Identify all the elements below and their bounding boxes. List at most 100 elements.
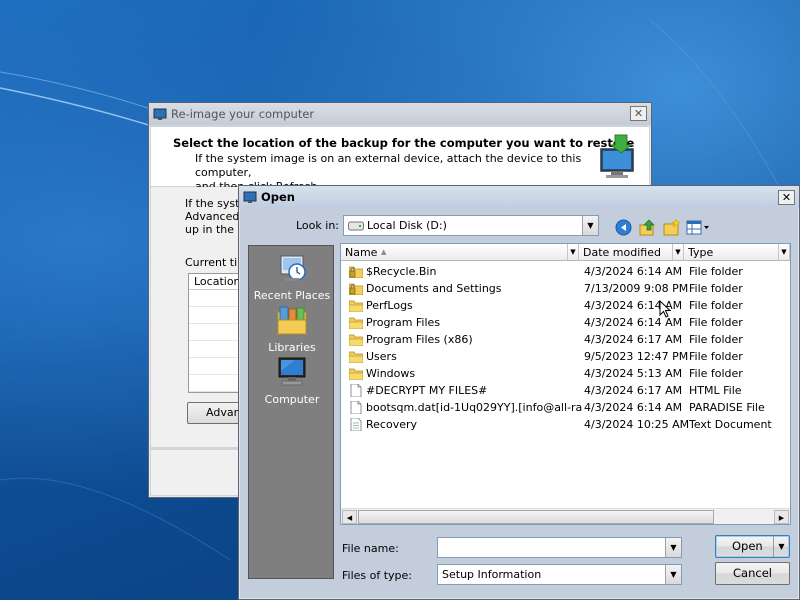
cancel-button[interactable]: Cancel [715, 562, 790, 585]
file-row[interactable]: Windows 4/3/2024 5:13 AM File folder [341, 365, 790, 382]
file-date: 4/3/2024 10:25 AM [584, 418, 690, 431]
file-icon [349, 383, 363, 398]
places-bar: Recent Places Libraries Computer [248, 245, 334, 579]
chevron-down-icon[interactable]: ▼ [672, 244, 683, 260]
file-list[interactable]: Name ▲ ▼ Date modified ▼ Type ▼ $Recycle… [340, 243, 791, 525]
horizontal-scrollbar[interactable]: ◀ ▶ [341, 508, 790, 524]
reimage-window-icon [153, 107, 167, 121]
file-row[interactable]: Users 9/5/2023 12:47 PM File folder [341, 348, 790, 365]
drive-icon [348, 221, 364, 234]
back-icon[interactable] [614, 218, 632, 236]
column-type-label: Type [688, 246, 714, 259]
column-header-date[interactable]: Date modified ▼ [579, 244, 684, 261]
file-type: File folder [689, 350, 743, 363]
text-file-icon [349, 417, 363, 432]
view-menu-icon[interactable] [686, 218, 710, 236]
folder-icon [348, 367, 364, 381]
chevron-down-icon[interactable]: ▼ [582, 216, 598, 235]
mouse-cursor-icon [659, 300, 672, 318]
look-in-combo[interactable]: Local Disk (D:) ▼ [343, 215, 599, 236]
files-of-type-select[interactable]: Setup Information ▼ [437, 564, 682, 585]
file-rows: $Recycle.Bin 4/3/2024 6:14 AM File folde… [341, 263, 790, 433]
file-row[interactable]: Program Files (x86) 4/3/2024 6:17 AM Fil… [341, 331, 790, 348]
scroll-right-icon[interactable]: ▶ [774, 510, 789, 524]
column-date-label: Date modified [583, 246, 661, 259]
file-type: File folder [689, 299, 743, 312]
file-date: 4/3/2024 6:17 AM [584, 333, 683, 346]
new-folder-icon[interactable] [662, 218, 680, 236]
file-date: 4/3/2024 6:17 AM [584, 384, 683, 397]
reimage-titlebar[interactable]: Re-image your computer ✕ [149, 103, 651, 125]
open-titlebar[interactable]: Open ✕ [239, 186, 799, 208]
file-date: 7/13/2009 9:08 PM [584, 282, 689, 295]
chevron-down-icon[interactable]: ▼ [665, 565, 681, 584]
scroll-left-icon[interactable]: ◀ [342, 510, 357, 524]
folder-icon [348, 316, 364, 330]
file-name-input[interactable]: ▼ [437, 537, 682, 558]
reimage-title: Re-image your computer [171, 107, 315, 121]
file-name: $Recycle.Bin [366, 265, 437, 278]
column-header-name[interactable]: Name ▲ ▼ [341, 244, 579, 261]
chevron-down-icon[interactable]: ▼ [778, 244, 789, 260]
open-window-icon [243, 190, 257, 204]
file-row[interactable]: #DECRYPT MY FILES# 4/3/2024 6:17 AM HTML… [341, 382, 790, 399]
file-name: PerfLogs [366, 299, 413, 312]
files-of-type-value: Setup Information [442, 568, 542, 581]
file-name-label: File name: [342, 542, 399, 555]
file-type: File folder [689, 282, 743, 295]
folder-icon [348, 350, 364, 364]
file-type: PARADISE File [689, 401, 765, 414]
file-name: bootsqm.dat[id-1Uq029YY].[info@all-ran..… [366, 401, 582, 414]
look-in-value: Local Disk (D:) [367, 219, 447, 232]
place-label: Recent Places [253, 289, 331, 302]
column-name-label: Name [345, 246, 378, 259]
files-of-type-label: Files of type: [342, 569, 413, 582]
file-icon [349, 400, 363, 415]
open-title: Open [261, 190, 295, 204]
file-date: 4/3/2024 5:13 AM [584, 367, 683, 380]
file-type: File folder [689, 367, 743, 380]
chevron-down-icon[interactable]: ▼ [665, 538, 681, 557]
column-header-type[interactable]: Type ▼ [684, 244, 790, 261]
locked-folder-icon [348, 265, 364, 279]
libraries-icon [249, 304, 335, 339]
scrollbar-thumb[interactable] [358, 510, 714, 524]
folder-icon [348, 333, 364, 347]
folder-icon [348, 299, 364, 313]
chevron-down-icon[interactable]: ▼ [567, 244, 578, 260]
open-button-label: Open [732, 539, 763, 553]
locked-folder-icon [348, 282, 364, 296]
place-label: Computer [264, 393, 320, 406]
file-name: Program Files (x86) [366, 333, 473, 346]
file-list-header: Name ▲ ▼ Date modified ▼ Type ▼ [341, 244, 790, 261]
file-name: Recovery [366, 418, 418, 431]
file-row[interactable]: PerfLogs 4/3/2024 6:14 AM File folder [341, 297, 790, 314]
file-type: File folder [689, 316, 743, 329]
place-recent-places[interactable]: Recent Places [249, 252, 335, 302]
open-button[interactable]: Open ▼ [715, 535, 790, 558]
file-date: 4/3/2024 6:14 AM [584, 265, 683, 278]
file-row[interactable]: Documents and Settings 7/13/2009 9:08 PM… [341, 280, 790, 297]
place-libraries[interactable]: Libraries [249, 304, 335, 354]
file-row[interactable]: Recovery 4/3/2024 10:25 AM Text Document [341, 416, 790, 433]
file-name: Windows [366, 367, 416, 380]
file-name: Users [366, 350, 397, 363]
recent-places-icon [249, 252, 335, 287]
file-row[interactable]: bootsqm.dat[id-1Uq029YY].[info@all-ran..… [341, 399, 790, 416]
file-row[interactable]: $Recycle.Bin 4/3/2024 6:14 AM File folde… [341, 263, 790, 280]
reimage-close-button[interactable]: ✕ [630, 106, 647, 121]
file-row[interactable]: Program Files 4/3/2024 6:14 AM File fold… [341, 314, 790, 331]
open-close-button[interactable]: ✕ [778, 190, 795, 205]
place-computer[interactable]: Computer [249, 356, 335, 406]
file-name: Documents and Settings [366, 282, 502, 295]
up-folder-icon[interactable] [638, 218, 656, 236]
chevron-down-icon[interactable]: ▼ [773, 536, 789, 557]
file-type: HTML File [689, 384, 742, 397]
file-name: #DECRYPT MY FILES# [366, 384, 488, 397]
look-in-label: Look in: [296, 219, 339, 232]
reimage-subtext-line1: If the system image is on an external de… [195, 152, 582, 179]
place-label: Libraries [268, 341, 316, 354]
reimage-heading: Select the location of the backup for th… [173, 136, 635, 150]
open-dialog: Open ✕ Look in: Local Disk (D:) ▼ Recent… [238, 185, 800, 600]
reimage-header: Select the location of the backup for th… [151, 127, 649, 193]
